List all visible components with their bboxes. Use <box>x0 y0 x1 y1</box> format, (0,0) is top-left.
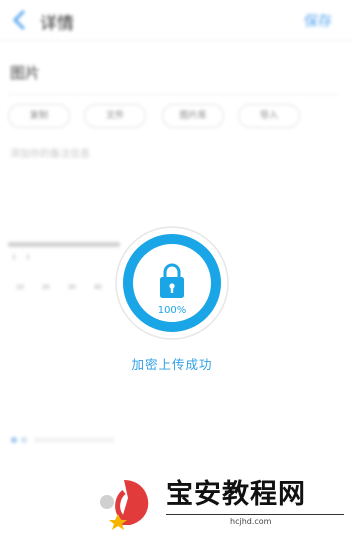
card-item: 30 <box>68 284 76 291</box>
watermark-brand: 宝安教程网 <box>166 479 306 510</box>
watermark-divider <box>166 514 344 515</box>
row-dots <box>11 437 114 443</box>
chip-copy[interactable]: 复制 <box>8 104 70 128</box>
card-item: 20 <box>42 284 50 291</box>
lock-progress-dial: 100% <box>114 225 230 341</box>
card-item: 40 <box>94 284 102 291</box>
background-row <box>8 430 120 443</box>
watermark-logo-icon <box>100 480 149 530</box>
chip-gallery[interactable]: 图片库 <box>162 104 224 128</box>
encrypt-status-text: 加密上传成功 <box>131 357 213 372</box>
lock-icon <box>160 263 184 298</box>
chip-import[interactable]: 导入 <box>238 104 300 128</box>
progress-percent: 100% <box>157 305 187 316</box>
header: 详情 保存 <box>0 0 354 40</box>
card-item: 1 <box>12 254 16 261</box>
background-card: 1 1 10 20 30 40 <box>4 238 122 302</box>
header-divider <box>0 40 354 41</box>
back-arrow-icon[interactable] <box>10 10 28 30</box>
watermark-url: hcjhd.com <box>226 517 276 526</box>
chip-file[interactable]: 文件 <box>84 104 146 128</box>
section-divider <box>8 94 338 95</box>
chip-row: 复制 文件 图片库 导入 <box>8 104 308 128</box>
watermark: 宝安教程网 hcjhd.com <box>94 470 350 534</box>
card-bar <box>8 242 120 247</box>
card-item: 1 <box>26 254 30 261</box>
section-title: 图片 <box>10 64 41 82</box>
note-placeholder[interactable]: 添加你的备注信息 <box>10 145 90 160</box>
save-button[interactable]: 保存 <box>304 11 332 31</box>
card-item: 10 <box>16 284 24 291</box>
page-title: 详情 <box>40 14 74 34</box>
